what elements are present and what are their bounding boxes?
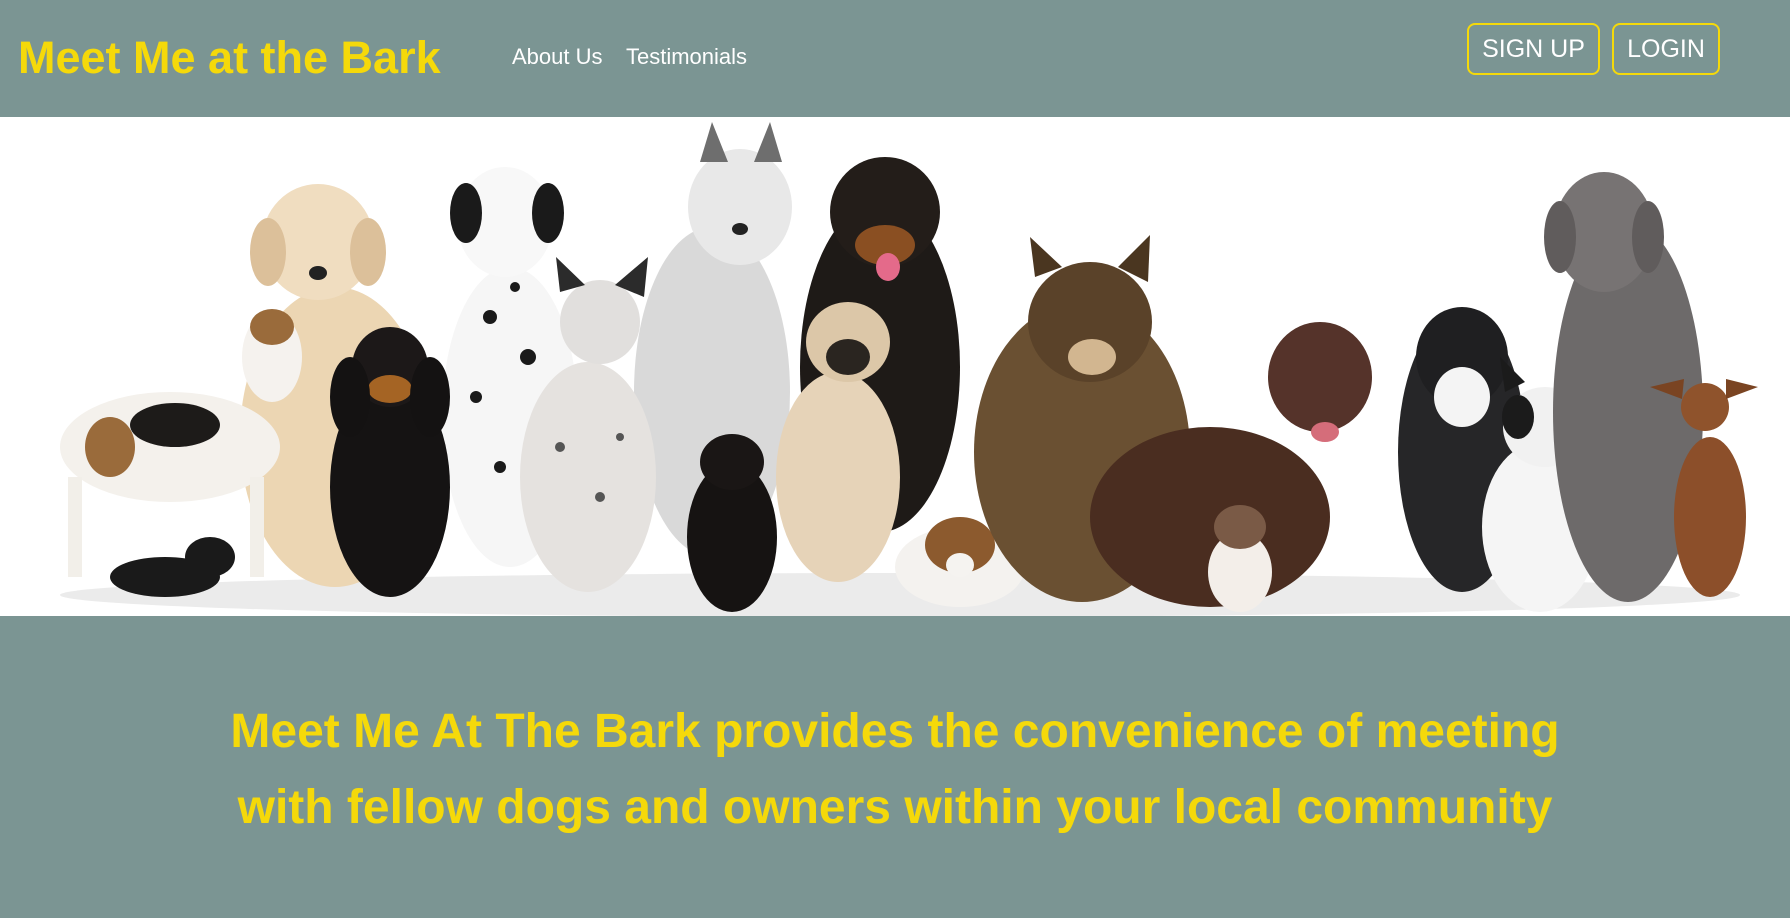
- dapple-dachshund-icon: [1208, 505, 1272, 612]
- dog-group-photo-icon: [0, 117, 1790, 616]
- nav-link-about-us[interactable]: About Us: [512, 44, 603, 70]
- dachshund-icon: [687, 434, 777, 612]
- brand-logo-link[interactable]: Meet Me at the Bark: [18, 30, 441, 86]
- signup-button[interactable]: SIGN UP: [1467, 23, 1600, 75]
- intro-headline: Meet Me At The Bark provides the conveni…: [230, 705, 1560, 834]
- nav-link-testimonials[interactable]: Testimonials: [626, 44, 747, 70]
- gordon-setter-icon: [330, 327, 450, 597]
- intro-section: Meet Me At The Bark provides the conveni…: [0, 616, 1790, 918]
- hero-banner: [0, 117, 1790, 616]
- page: Meet Me at the Bark About Us Testimonial…: [0, 0, 1792, 918]
- top-navbar: Meet Me at the Bark About Us Testimonial…: [0, 0, 1790, 117]
- login-button[interactable]: LOGIN: [1612, 23, 1720, 75]
